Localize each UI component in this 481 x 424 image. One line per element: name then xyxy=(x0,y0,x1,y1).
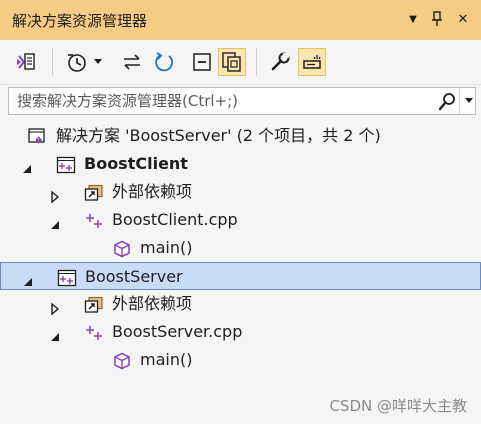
function-cube-icon xyxy=(112,351,132,370)
window-title: 解决方案资源管理器 xyxy=(12,12,148,30)
toolbar xyxy=(0,40,481,85)
tree-item[interactable]: BoostServer.cpp xyxy=(0,318,481,346)
sync-with-active-document-icon[interactable] xyxy=(118,48,146,76)
external-dependencies-icon xyxy=(84,295,104,313)
tree-item-label: main() xyxy=(140,350,193,369)
tree-item[interactable]: BoostClient xyxy=(0,150,481,178)
search-input[interactable] xyxy=(9,88,429,114)
watermark: CSDN @咩咩大主教 xyxy=(329,397,467,415)
cpp-project-icon xyxy=(57,268,77,287)
tree-item-label: 外部依赖项 xyxy=(112,182,193,201)
tree-item-label: main() xyxy=(140,238,193,257)
toolbar-separator xyxy=(256,48,257,76)
tree-item[interactable]: main() xyxy=(0,234,481,262)
window-title-bar: 解决方案资源管理器 ▼ ✕ xyxy=(0,0,481,40)
preview-selected-items-icon[interactable] xyxy=(298,48,326,76)
show-all-files-icon[interactable] xyxy=(218,48,246,76)
close-icon[interactable]: ✕ xyxy=(454,10,472,28)
cpp-file-icon xyxy=(84,323,104,341)
tree-item[interactable]: main() xyxy=(0,346,481,374)
collapsed-arrow-icon[interactable] xyxy=(48,185,62,204)
toolbar-separator xyxy=(52,48,53,76)
expanded-arrow-icon[interactable] xyxy=(48,325,62,341)
function-cube-icon xyxy=(112,239,132,258)
switch-views-icon[interactable] xyxy=(12,48,40,76)
tree-item[interactable]: BoostServer xyxy=(0,262,481,290)
properties-wrench-icon[interactable] xyxy=(266,48,294,76)
search-box xyxy=(8,87,476,115)
pending-changes-icon[interactable] xyxy=(62,48,90,76)
cpp-file-icon xyxy=(84,211,104,229)
refresh-icon[interactable] xyxy=(150,48,178,76)
tree-item-label: 解决方案 'BoostServer' (2 个项目，共 2 个) xyxy=(56,126,381,145)
solution-icon xyxy=(28,127,48,145)
tree-item-label: BoostClient.cpp xyxy=(112,210,238,229)
expanded-arrow-icon[interactable] xyxy=(21,270,35,286)
tree-item[interactable]: 外部依赖项 xyxy=(0,290,481,318)
tree-item[interactable]: BoostClient.cpp xyxy=(0,206,481,234)
external-dependencies-icon xyxy=(84,183,104,201)
tree-item-label: BoostServer.cpp xyxy=(112,322,243,341)
cpp-project-icon xyxy=(56,155,76,174)
tree-item[interactable]: 解决方案 'BoostServer' (2 个项目，共 2 个) xyxy=(0,122,481,150)
window-options-dropdown-icon[interactable]: ▼ xyxy=(404,10,422,28)
search-icon[interactable] xyxy=(437,92,457,112)
tree-item[interactable]: 外部依赖项 xyxy=(0,178,481,206)
tree-item-label: 外部依赖项 xyxy=(112,294,193,313)
expanded-arrow-icon[interactable] xyxy=(20,157,34,173)
tree-item-label: BoostClient xyxy=(84,154,188,173)
collapsed-arrow-icon[interactable] xyxy=(48,297,62,316)
tree-item-label: BoostServer xyxy=(85,267,183,286)
pin-icon[interactable] xyxy=(428,10,446,28)
search-options-dropdown-icon[interactable] xyxy=(459,88,477,114)
collapse-all-icon[interactable] xyxy=(188,48,216,76)
expanded-arrow-icon[interactable] xyxy=(48,213,62,229)
pending-changes-dropdown-icon[interactable] xyxy=(90,48,106,76)
